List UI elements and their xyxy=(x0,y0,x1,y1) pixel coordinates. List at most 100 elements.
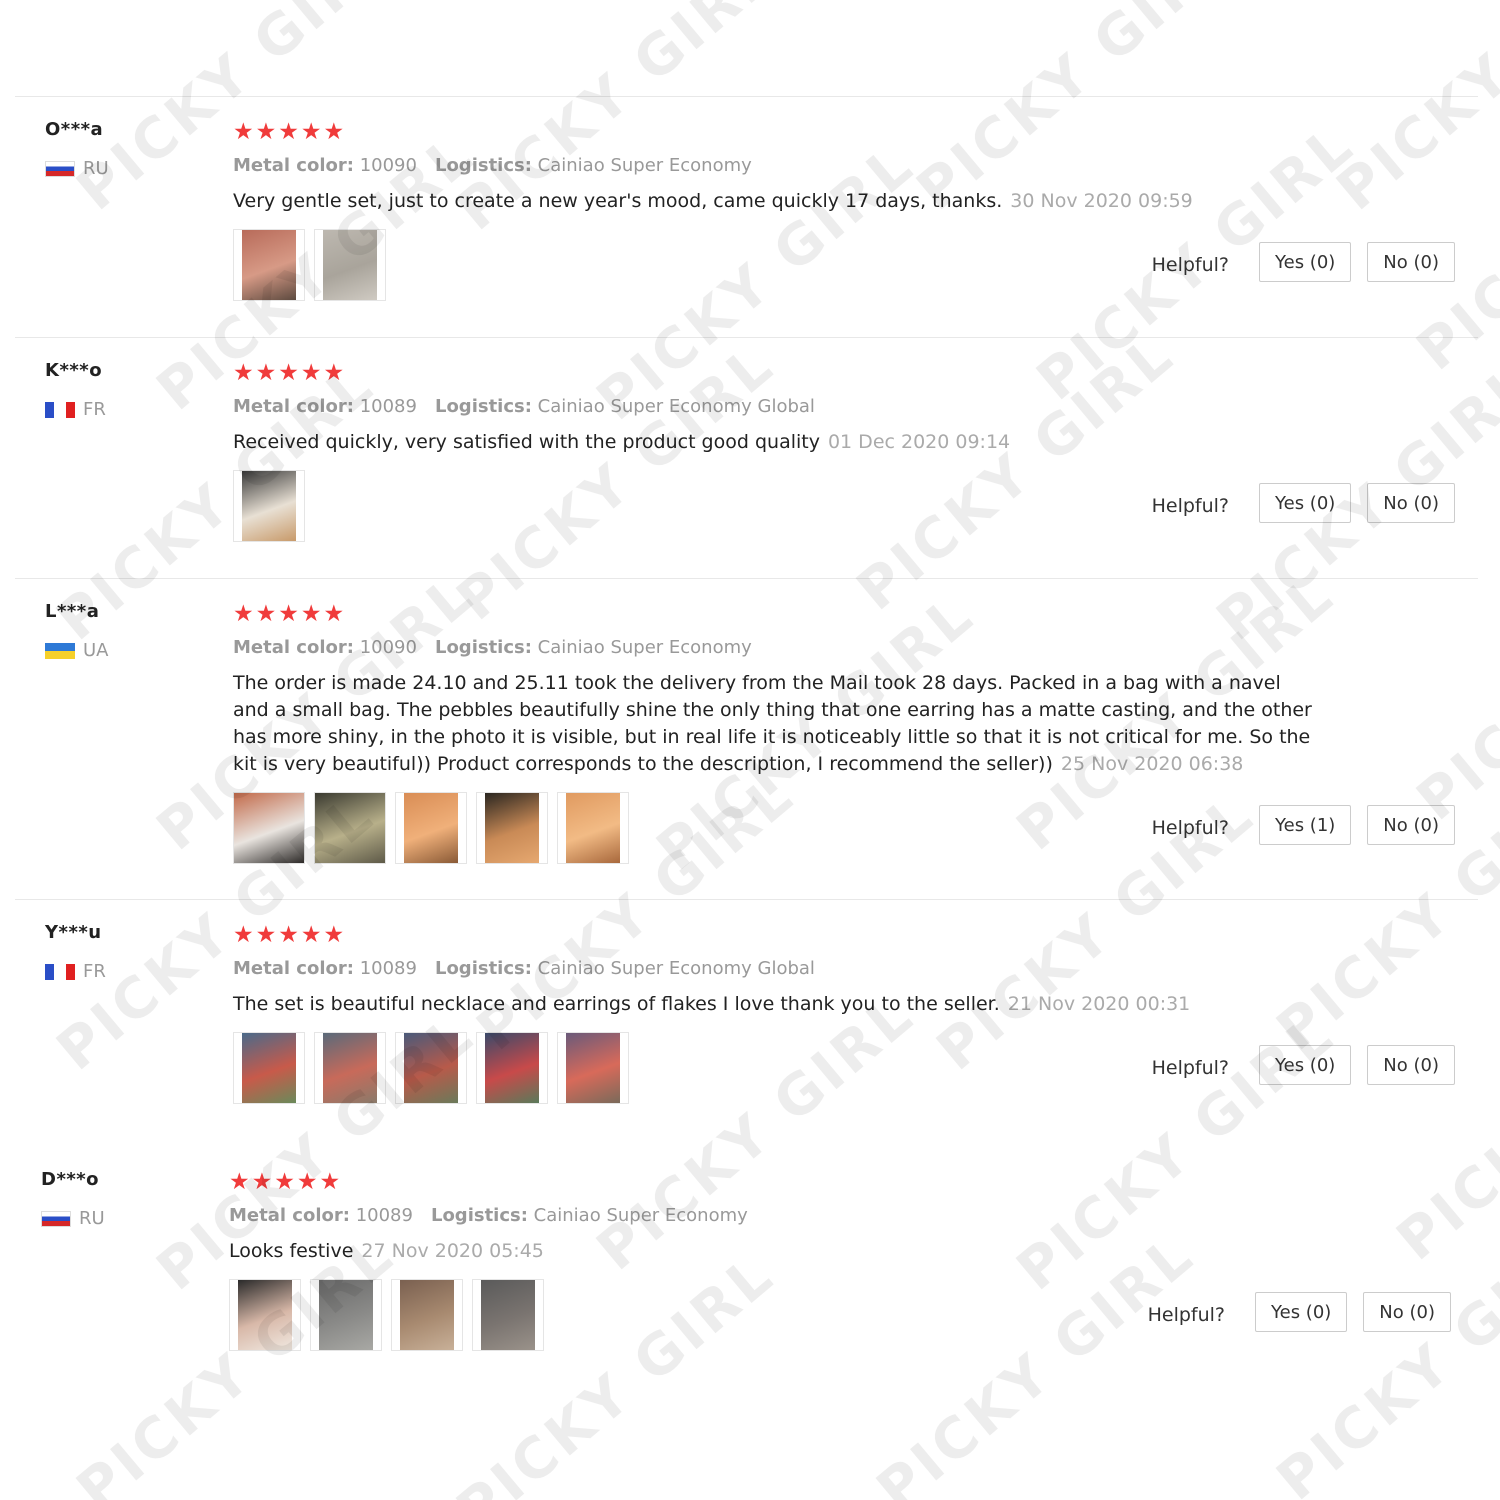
attribute-key: Logistics: xyxy=(434,155,532,176)
star-icon: ★ xyxy=(251,1169,273,1195)
helpful-no-button[interactable]: No (0) xyxy=(1367,483,1455,523)
review-photo-thumbnail[interactable] xyxy=(472,1279,544,1351)
helpful-yes-button[interactable]: Yes (0) xyxy=(1259,242,1352,282)
star-rating: ★ ★ ★ ★ ★ xyxy=(233,119,1313,145)
review-list: O***a RU ★ ★ ★ ★ ★ Metal color: 10090 Logistics:… xyxy=(0,0,1500,1500)
helpful-no-button[interactable]: No (0) xyxy=(1363,1292,1451,1332)
review-photo-thumbnail[interactable] xyxy=(310,1279,382,1351)
review-photo-thumbnail[interactable] xyxy=(233,1032,305,1104)
review-attribute: Logistics: Cainiao Super Economy Global xyxy=(435,958,815,979)
star-rating: ★ ★ ★ ★ ★ xyxy=(233,360,1313,386)
reviewer-info: K***o FR xyxy=(45,360,205,420)
attribute-value: Cainiao Super Economy xyxy=(533,1205,748,1226)
attribute-key: Metal color: xyxy=(233,637,354,658)
star-icon: ★ xyxy=(300,922,322,948)
review-photo-thumbnail[interactable] xyxy=(395,1032,467,1104)
star-icon: ★ xyxy=(255,601,277,627)
review-photo-thumbnail[interactable] xyxy=(395,792,467,864)
review-date: 30 Nov 2020 09:59 xyxy=(1010,190,1193,212)
attribute-value: 10090 xyxy=(359,155,417,176)
country-flag-icon xyxy=(45,963,75,980)
review-photo xyxy=(485,1033,539,1103)
review-photo-thumbnail[interactable] xyxy=(314,792,386,864)
star-icon: ★ xyxy=(278,360,299,386)
review-meta: Metal color: 10089 Logistics: Cainiao Sup… xyxy=(233,958,1313,979)
attribute-key: Metal color: xyxy=(233,958,354,979)
review-photo-thumbnail[interactable] xyxy=(314,229,386,301)
review-photo xyxy=(323,1033,377,1103)
helpful-vote: Helpful? Yes (0) No (0) xyxy=(1148,1292,1451,1332)
review-attribute: Metal color: 10089 xyxy=(229,1205,413,1226)
star-rating: ★ ★ ★ ★ ★ xyxy=(233,922,1313,948)
helpful-label: Helpful? xyxy=(1147,1304,1226,1326)
helpful-yes-button[interactable]: Yes (0) xyxy=(1259,1045,1352,1085)
country-code: RU xyxy=(83,158,109,179)
review-photo xyxy=(242,1033,296,1103)
star-icon: ★ xyxy=(233,922,254,948)
review-photo-thumbnail[interactable] xyxy=(229,1279,301,1351)
helpful-no-button[interactable]: No (0) xyxy=(1367,805,1455,845)
review-date: 27 Nov 2020 05:45 xyxy=(361,1240,544,1262)
helpful-yes-button[interactable]: Yes (0) xyxy=(1255,1292,1348,1332)
star-icon: ★ xyxy=(296,1169,318,1195)
star-icon: ★ xyxy=(323,360,345,386)
review-photo xyxy=(315,793,385,863)
review-photo xyxy=(566,1033,620,1103)
review-item: L***a UA ★ ★ ★ ★ ★ Metal color: 10090 Logistics:… xyxy=(15,578,1478,899)
review-photo-thumbnail[interactable] xyxy=(233,792,305,864)
review-photo-thumbnail[interactable] xyxy=(476,1032,548,1104)
helpful-label: Helpful? xyxy=(1151,254,1230,276)
reviewer-country: RU xyxy=(41,1208,201,1229)
helpful-no-button[interactable]: No (0) xyxy=(1367,242,1455,282)
attribute-key: Logistics: xyxy=(430,1205,528,1226)
star-icon: ★ xyxy=(323,601,345,627)
review-attribute: Logistics: Cainiao Super Economy xyxy=(431,1205,748,1226)
review-photo xyxy=(485,793,539,863)
attribute-value: 10089 xyxy=(359,958,417,979)
reviewer-name: D***o xyxy=(41,1169,100,1190)
helpful-no-button[interactable]: No (0) xyxy=(1367,1045,1455,1085)
review-photo xyxy=(323,230,377,300)
reviewer-info: O***a RU xyxy=(45,119,205,179)
star-icon: ★ xyxy=(255,360,277,386)
review-item: Y***u FR ★ ★ ★ ★ ★ Metal color: 10089 Logistics:… xyxy=(15,899,1478,1147)
country-flag-icon xyxy=(45,642,75,659)
helpful-yes-button[interactable]: Yes (1) xyxy=(1259,805,1352,845)
country-code: UA xyxy=(83,640,109,661)
attribute-value: Cainiao Super Economy Global xyxy=(537,958,815,979)
helpful-yes-button[interactable]: Yes (0) xyxy=(1259,483,1352,523)
country-flag-icon xyxy=(41,1210,71,1227)
review-photo xyxy=(400,1280,454,1350)
review-item: D***o RU ★ ★ ★ ★ ★ Metal color: 10089 Logistics:… xyxy=(15,1147,1478,1397)
review-photo-thumbnail[interactable] xyxy=(314,1032,386,1104)
reviewer-name: O***a xyxy=(45,119,104,140)
reviewer-name: K***o xyxy=(45,360,103,381)
review-photo-thumbnail[interactable] xyxy=(557,792,629,864)
review-attribute: Logistics: Cainiao Super Economy Global xyxy=(435,396,815,417)
star-rating: ★ ★ ★ ★ ★ xyxy=(233,601,1313,627)
review-photo-thumbnail[interactable] xyxy=(391,1279,463,1351)
review-photo xyxy=(319,1280,373,1350)
review-meta: Metal color: 10089 Logistics: Cainiao Sup… xyxy=(229,1205,1309,1226)
review-photo-thumbnail[interactable] xyxy=(233,229,305,301)
review-photo-thumbnail[interactable] xyxy=(233,470,305,542)
review-text-block: Very gentle set, just to create a new ye… xyxy=(233,188,1313,215)
review-photo xyxy=(404,793,458,863)
star-icon: ★ xyxy=(323,119,345,145)
reviewer-info: Y***u FR xyxy=(45,922,205,982)
attribute-key: Logistics: xyxy=(434,637,532,658)
review-photo-thumbnail[interactable] xyxy=(557,1032,629,1104)
star-icon: ★ xyxy=(233,601,254,627)
star-icon: ★ xyxy=(278,119,299,145)
review-item: O***a RU ★ ★ ★ ★ ★ Metal color: 10090 Logistics:… xyxy=(15,96,1478,337)
review-text: The set is beautiful necklace and earrin… xyxy=(233,993,1000,1015)
reviewer-info: L***a UA xyxy=(45,601,205,661)
reviewer-country: UA xyxy=(45,640,205,661)
attribute-key: Logistics: xyxy=(434,396,532,417)
star-icon: ★ xyxy=(323,922,345,948)
review-photo-thumbnail[interactable] xyxy=(476,792,548,864)
review-attribute: Metal color: 10089 xyxy=(233,958,417,979)
star-icon: ★ xyxy=(229,1169,250,1195)
star-icon: ★ xyxy=(233,119,254,145)
review-text: Looks festive xyxy=(229,1240,354,1262)
